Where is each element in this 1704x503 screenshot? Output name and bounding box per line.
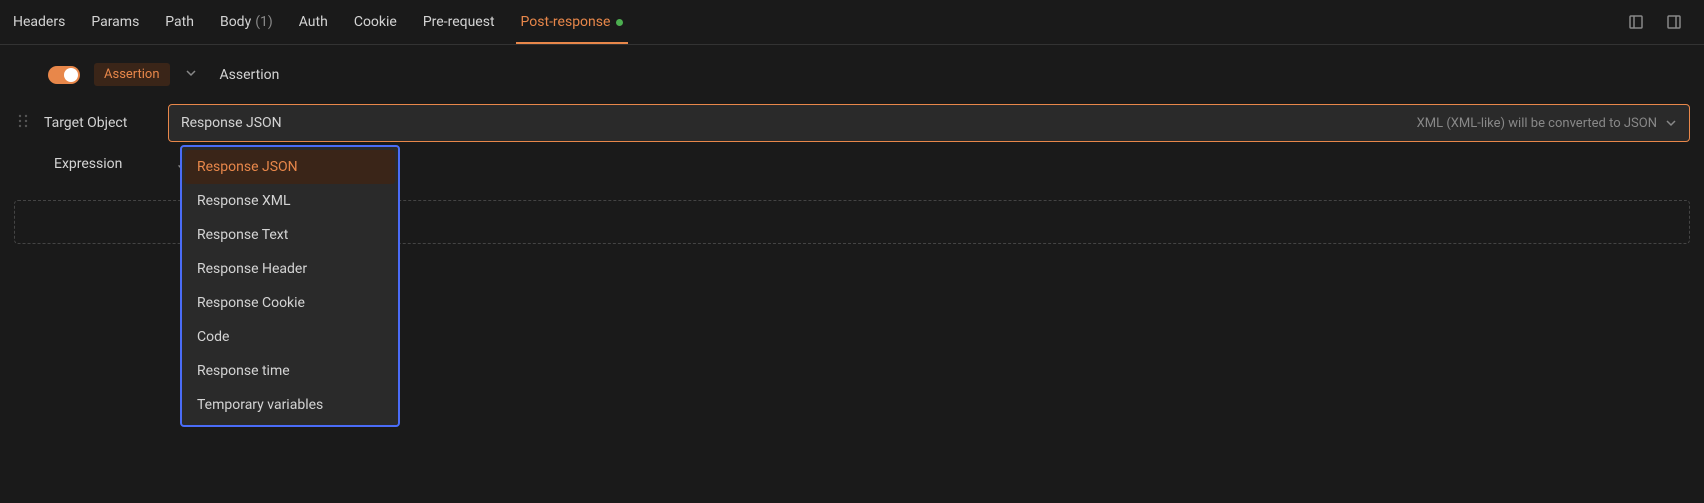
tab-params[interactable]: Params [78, 0, 152, 44]
tab-label: Cookie [354, 14, 397, 30]
tab-label: Params [91, 14, 139, 30]
tab-label: Path [165, 14, 194, 30]
tab-label: Auth [299, 14, 328, 30]
tab-path[interactable]: Path [152, 0, 207, 44]
tabs-container: Headers Params Path Body(1) Auth Cookie … [0, 0, 636, 44]
tab-auth[interactable]: Auth [286, 0, 341, 44]
collapse-icon[interactable] [1664, 12, 1684, 32]
assertion-badge: Assertion [94, 63, 170, 86]
tab-body[interactable]: Body(1) [207, 0, 286, 44]
target-object-row: Target Object Response JSON XML (XML-lik… [14, 104, 1690, 142]
assertion-title: Assertion [220, 67, 280, 83]
chevron-down-icon[interactable] [184, 66, 198, 84]
tab-post-response[interactable]: Post-response [508, 0, 637, 44]
active-dot-icon [616, 19, 623, 26]
target-object-label: Target Object [44, 115, 156, 131]
tab-cookie[interactable]: Cookie [341, 0, 410, 44]
dropdown-item-label: Code [197, 329, 229, 345]
assertion-toggle[interactable] [48, 66, 80, 84]
dropdown-item-temporary-variables[interactable]: Temporary variables [185, 388, 395, 422]
tab-label: Headers [13, 14, 65, 30]
target-object-select[interactable]: Response JSON XML (XML-like) will be con… [168, 104, 1690, 142]
expand-icon[interactable] [1626, 12, 1646, 32]
dropdown-item-response-json[interactable]: Response JSON [185, 150, 395, 184]
dropdown-item-response-xml[interactable]: Response XML [185, 184, 395, 218]
dropdown-item-label: Response JSON [197, 159, 298, 175]
tab-pre-request[interactable]: Pre-request [410, 0, 508, 44]
top-actions [1626, 12, 1704, 32]
dropdown-item-code[interactable]: Code [185, 320, 395, 354]
tab-headers[interactable]: Headers [0, 0, 78, 44]
expression-label: Expression [54, 156, 166, 172]
form-section: Target Object Response JSON XML (XML-lik… [0, 104, 1704, 186]
dropdown-item-response-time[interactable]: Response time [185, 354, 395, 388]
assertion-header: Assertion Assertion [0, 45, 1704, 104]
dropdown-item-response-cookie[interactable]: Response Cookie [185, 286, 395, 320]
tab-label: Pre-request [423, 14, 495, 30]
drag-handle-icon[interactable] [14, 113, 32, 133]
top-bar: Headers Params Path Body(1) Auth Cookie … [0, 0, 1704, 45]
chevron-down-icon [1665, 117, 1677, 129]
tab-label: Post-response [521, 14, 611, 30]
select-hint-text: XML (XML-like) will be converted to JSON [1417, 116, 1657, 131]
dropdown-item-response-header[interactable]: Response Header [185, 252, 395, 286]
dropdown-item-label: Temporary variables [197, 397, 323, 413]
tab-count: (1) [255, 14, 273, 30]
dropdown-item-label: Response Text [197, 227, 288, 243]
tab-label: Body [220, 14, 251, 30]
dropdown-item-label: Response Cookie [197, 295, 305, 311]
select-value: Response JSON [181, 115, 282, 131]
dropdown-item-label: Response XML [197, 193, 291, 209]
dropdown-item-response-text[interactable]: Response Text [185, 218, 395, 252]
dropdown-item-label: Response time [197, 363, 290, 379]
dropdown-item-label: Response Header [197, 261, 307, 277]
select-hint: XML (XML-like) will be converted to JSON [1417, 116, 1677, 131]
target-object-dropdown: Response JSON Response XML Response Text… [180, 145, 400, 427]
